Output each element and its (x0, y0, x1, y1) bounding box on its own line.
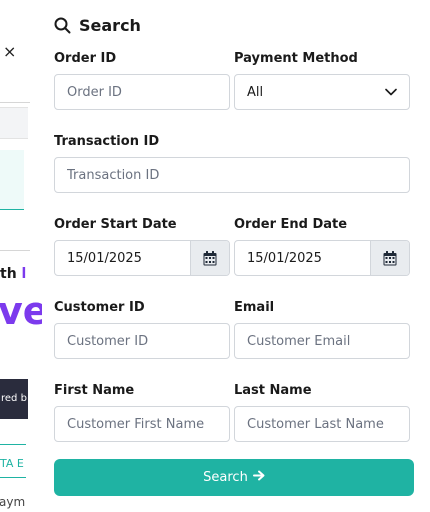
divider (0, 102, 30, 103)
calendar-icon[interactable] (370, 241, 409, 275)
background-heading-fragment: th l (0, 266, 27, 282)
email-label: Email (234, 300, 275, 315)
divider (0, 250, 30, 251)
search-button-label: Search (203, 470, 248, 485)
order-end-date-field[interactable]: 15/01/2025 (234, 240, 410, 276)
search-button[interactable]: Search (54, 459, 414, 496)
background-text-fragment: aym (0, 495, 26, 509)
order-end-date-value[interactable]: 15/01/2025 (235, 241, 370, 275)
transaction-id-label: Transaction ID (54, 134, 160, 149)
background-panel (0, 107, 28, 139)
payment-method-value: All (247, 84, 264, 100)
customer-id-input[interactable] (54, 323, 230, 359)
background-banner-fragment: red b (0, 379, 28, 419)
page-title: Search (79, 16, 141, 35)
calendar-icon[interactable] (190, 241, 229, 275)
close-icon[interactable]: × (3, 42, 16, 61)
background-link-fragment[interactable]: TA E (0, 457, 24, 470)
chevron-down-icon (385, 85, 397, 100)
customer-id-label: Customer ID (54, 300, 145, 315)
order-start-date-value[interactable]: 15/01/2025 (55, 241, 190, 275)
search-icon (54, 17, 71, 34)
last-name-label: Last Name (234, 383, 312, 398)
payment-method-select[interactable]: All (234, 74, 410, 110)
divider (0, 477, 26, 478)
background-panel-highlight (0, 150, 24, 210)
order-id-label: Order ID (54, 51, 117, 66)
order-end-date-label: Order End Date (234, 217, 348, 232)
payment-method-label: Payment Method (234, 51, 358, 66)
divider (0, 444, 26, 445)
background-brand-text-fragment: ve (0, 289, 42, 333)
search-panel-title: Search (54, 16, 141, 35)
first-name-input[interactable] (54, 406, 230, 442)
arrow-right-icon (252, 470, 265, 485)
background-page: × th l ve red b TA E aym (0, 0, 42, 512)
transaction-id-input[interactable] (54, 157, 410, 193)
order-start-date-field[interactable]: 15/01/2025 (54, 240, 230, 276)
search-drawer: Search Order ID Payment Method All Trans… (42, 0, 430, 512)
order-id-input[interactable] (54, 74, 230, 110)
order-start-date-label: Order Start Date (54, 217, 177, 232)
first-name-label: First Name (54, 383, 135, 398)
email-field[interactable] (234, 323, 410, 359)
last-name-input[interactable] (234, 406, 410, 442)
